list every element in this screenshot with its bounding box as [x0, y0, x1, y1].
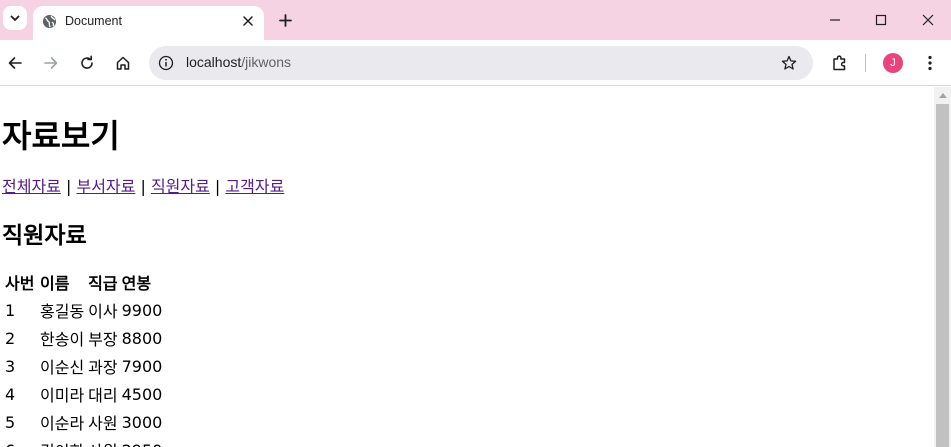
- url-text[interactable]: localhost/jikwons: [186, 54, 291, 70]
- forward-arrow-icon: [44, 57, 58, 69]
- cell-emp-no: 5: [5, 412, 16, 432]
- cell-salary: 3000: [121, 412, 163, 432]
- tab-strip: Document: [0, 0, 951, 40]
- cell-emp-no: 6: [4, 437, 37, 447]
- page-title: 자료보기: [2, 117, 120, 155]
- link-all-data[interactable]: 전체자료: [2, 177, 61, 196]
- profile-avatar[interactable]: J: [883, 53, 903, 73]
- tab-document[interactable]: Document: [33, 6, 264, 40]
- minimize-icon: [830, 19, 840, 21]
- tab-search-button[interactable]: [3, 6, 27, 30]
- window-close-icon: [922, 14, 934, 26]
- close-icon: [243, 16, 253, 26]
- back-arrow-icon: [8, 57, 22, 69]
- tab-close-button[interactable]: [238, 11, 258, 31]
- cell-name: 김이화: [39, 437, 85, 447]
- cell-rank: 사원: [88, 414, 118, 433]
- table-row: 6 김이화 사원 2950: [4, 437, 163, 447]
- back-button[interactable]: [3, 51, 27, 75]
- nav-separator: |: [140, 177, 146, 196]
- toolbar-divider: [865, 54, 866, 72]
- cell-rank: 이사: [88, 302, 118, 321]
- cell-rank: 사원: [87, 437, 118, 447]
- table-row: 4 이미라 대리 4500: [4, 381, 163, 407]
- new-tab-button[interactable]: [274, 9, 296, 31]
- cell-emp-no: 1: [5, 300, 16, 320]
- home-icon: [116, 56, 130, 70]
- cell-salary: 4500: [121, 384, 163, 404]
- tab-title: Document: [65, 14, 122, 28]
- cell-name: 이미라: [40, 386, 85, 405]
- info-icon[interactable]: [158, 55, 174, 71]
- table-row: 1 홍길동 이사 9900: [4, 297, 163, 323]
- maximize-icon: [875, 14, 887, 26]
- cell-rank: 부장: [88, 330, 118, 349]
- column-header-emp-no: 사번: [5, 274, 35, 293]
- employee-table: 사번 이름 직급 연봉 1 홍길동 이사 9900 2 한송이 부장 8800 …: [2, 267, 165, 447]
- url-host: localhost: [186, 54, 242, 70]
- maximize-button[interactable]: [869, 8, 893, 32]
- column-header-salary: 연봉: [121, 274, 152, 293]
- table-row: 3 이순신 과장 7900: [4, 353, 163, 379]
- globe-icon: [42, 14, 57, 29]
- cell-emp-no: 2: [5, 328, 16, 348]
- column-header-name: 이름: [40, 274, 70, 293]
- more-vert-icon: [928, 55, 932, 71]
- cell-salary: 9900: [121, 300, 163, 320]
- cell-rank: 대리: [88, 386, 118, 405]
- page-scrollbar[interactable]: [934, 87, 951, 447]
- extensions-puzzle-icon: [833, 55, 846, 71]
- reload-icon: [81, 55, 93, 69]
- extensions-button[interactable]: [828, 51, 852, 75]
- data-nav-links: 전체자료 | 부서자료 | 직원자료 | 고객자료: [2, 173, 284, 197]
- link-employee-data[interactable]: 직원자료: [151, 177, 210, 196]
- cell-name: 이순신: [40, 358, 85, 377]
- bookmark-button[interactable]: [779, 53, 799, 73]
- scroll-thumb[interactable]: [936, 104, 949, 447]
- link-dept-data[interactable]: 부서자료: [76, 177, 135, 196]
- cell-salary: 2950: [121, 437, 164, 447]
- reload-button[interactable]: [75, 51, 99, 75]
- page-viewport: 자료보기 전체자료 | 부서자료 | 직원자료 | 고객자료 직원자료 사번 이…: [0, 87, 934, 447]
- plus-icon: [278, 13, 292, 27]
- table-header-row: 사번 이름 직급 연봉: [4, 269, 163, 295]
- cell-emp-no: 4: [5, 384, 16, 404]
- scroll-up-button[interactable]: [934, 87, 951, 104]
- window-close-button[interactable]: [916, 8, 940, 32]
- cell-salary: 8800: [121, 328, 163, 348]
- column-header-rank: 직급: [88, 274, 118, 293]
- nav-separator: |: [65, 177, 72, 196]
- caret-up-icon: [938, 93, 947, 98]
- star-icon: [781, 55, 797, 70]
- cell-rank: 과장: [88, 358, 118, 377]
- minimize-button[interactable]: [823, 8, 847, 32]
- tab-search-icon: [10, 15, 20, 21]
- home-button[interactable]: [111, 51, 135, 75]
- link-customer-data[interactable]: 고객자료: [225, 177, 284, 196]
- browser-menu-button[interactable]: [920, 51, 940, 75]
- forward-button[interactable]: [39, 51, 63, 75]
- nav-separator: |: [214, 177, 221, 196]
- cell-salary: 7900: [121, 356, 163, 376]
- cell-name: 한송이: [40, 330, 85, 349]
- url-path: /jikwons: [241, 54, 292, 70]
- section-title: 직원자료: [2, 223, 87, 249]
- browser-toolbar: localhost/jikwons J: [0, 40, 951, 86]
- cell-emp-no: 3: [5, 356, 16, 376]
- cell-name: 이순라: [40, 414, 85, 433]
- table-row: 2 한송이 부장 8800: [4, 325, 163, 351]
- cell-name: 홍길동: [40, 302, 85, 321]
- address-bar[interactable]: localhost/jikwons: [149, 46, 813, 80]
- table-row: 5 이순라 사원 3000: [4, 409, 163, 435]
